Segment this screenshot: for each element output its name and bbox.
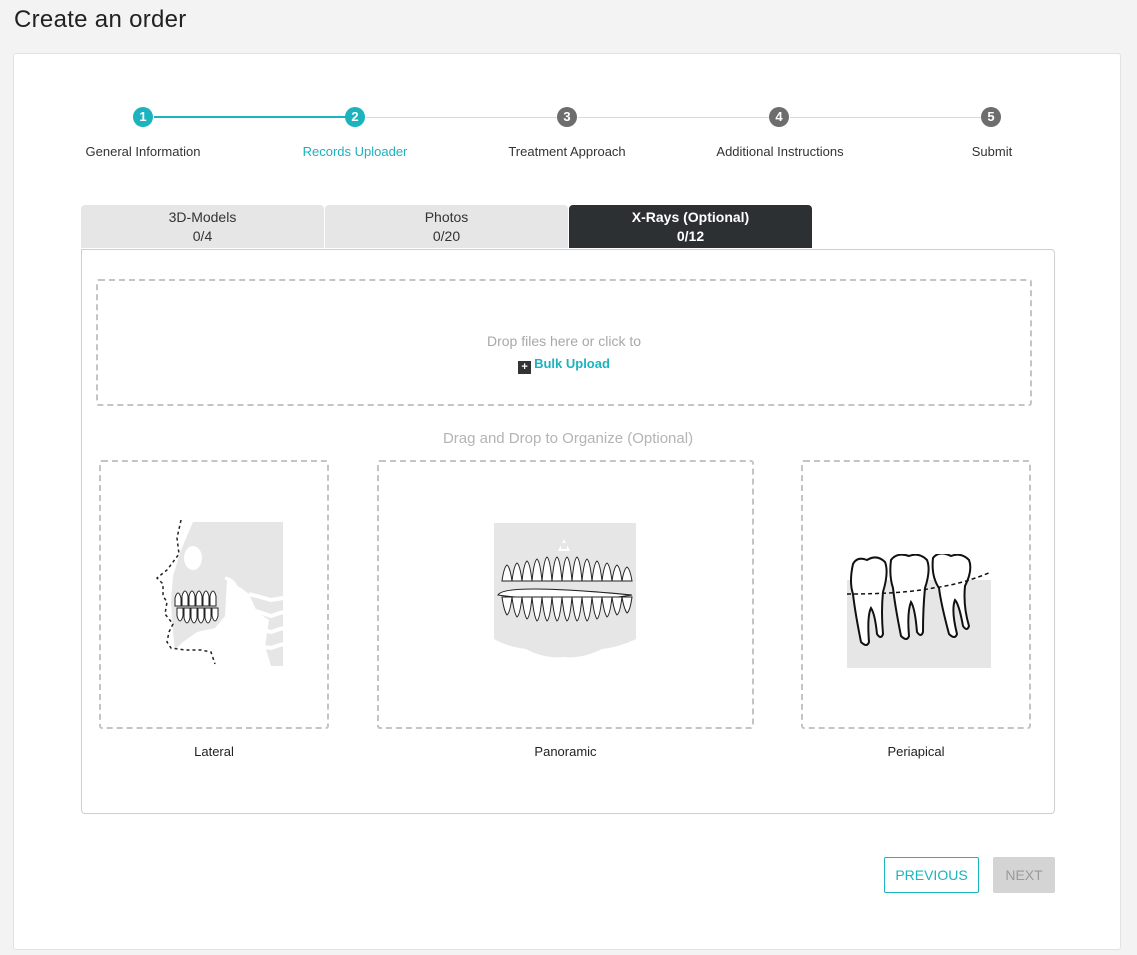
tab-photos[interactable]: Photos 0/20 — [325, 205, 568, 248]
panoramic-drop-slot[interactable] — [377, 460, 754, 729]
tab-x-rays[interactable]: X-Rays (Optional) 0/12 — [569, 205, 812, 248]
page-title: Create an order — [14, 6, 187, 33]
next-button[interactable]: NEXT — [993, 857, 1055, 893]
stepper: 1 2 3 4 5 General Information Records Up… — [14, 54, 1120, 174]
organize-title: Drag and Drop to Organize (Optional) — [442, 430, 694, 447]
tab-3d-models-label: 3D-Models — [168, 209, 237, 225]
tab-3d-models[interactable]: 3D-Models 0/4 — [81, 205, 324, 248]
periapical-drop-slot[interactable] — [801, 460, 1031, 729]
panoramic-label: Panoramic — [534, 744, 597, 759]
order-card: 1 2 3 4 5 General Information Records Up… — [13, 53, 1121, 950]
step-4-dot[interactable]: 4 — [769, 107, 789, 127]
step-3-dot[interactable]: 3 — [557, 107, 577, 127]
step-connector-1 — [154, 116, 356, 118]
file-dropzone[interactable]: Drop files here or click to + Bulk Upload — [96, 279, 1032, 406]
tab-photos-count: 0/20 — [432, 228, 461, 244]
step-connector-3 — [578, 117, 780, 118]
tab-x-rays-count: 0/12 — [676, 228, 705, 244]
panoramic-xray-icon — [494, 523, 636, 658]
periapical-xray-icon — [846, 554, 992, 668]
periapical-label: Periapical — [887, 744, 945, 759]
xray-upload-panel: Drop files here or click to + Bulk Upload… — [81, 249, 1055, 814]
step-2-dot[interactable]: 2 — [345, 107, 365, 127]
bulk-upload-label: Bulk Upload — [534, 356, 610, 371]
lateral-drop-slot[interactable] — [99, 460, 329, 729]
lateral-label: Lateral — [194, 744, 234, 759]
step-2-label[interactable]: Records Uploader — [265, 144, 445, 159]
tab-x-rays-label: X-Rays (Optional) — [631, 209, 750, 225]
tab-photos-label: Photos — [424, 209, 469, 225]
tab-3d-models-count: 0/4 — [192, 228, 213, 244]
step-5-dot[interactable]: 5 — [981, 107, 1001, 127]
previous-button[interactable]: PREVIOUS — [884, 857, 979, 893]
lateral-xray-icon — [155, 520, 284, 666]
step-3-label[interactable]: Treatment Approach — [477, 144, 657, 159]
step-4-label[interactable]: Additional Instructions — [690, 144, 870, 159]
plus-icon: + — [518, 361, 532, 374]
step-connector-2 — [366, 117, 568, 118]
bulk-upload-link[interactable]: + Bulk Upload — [98, 356, 1030, 374]
step-1-label[interactable]: General Information — [53, 144, 233, 159]
step-1-dot[interactable]: 1 — [133, 107, 153, 127]
step-5-label[interactable]: Submit — [902, 144, 1082, 159]
dropzone-text: Drop files here or click to — [486, 333, 642, 349]
step-connector-4 — [790, 117, 992, 118]
